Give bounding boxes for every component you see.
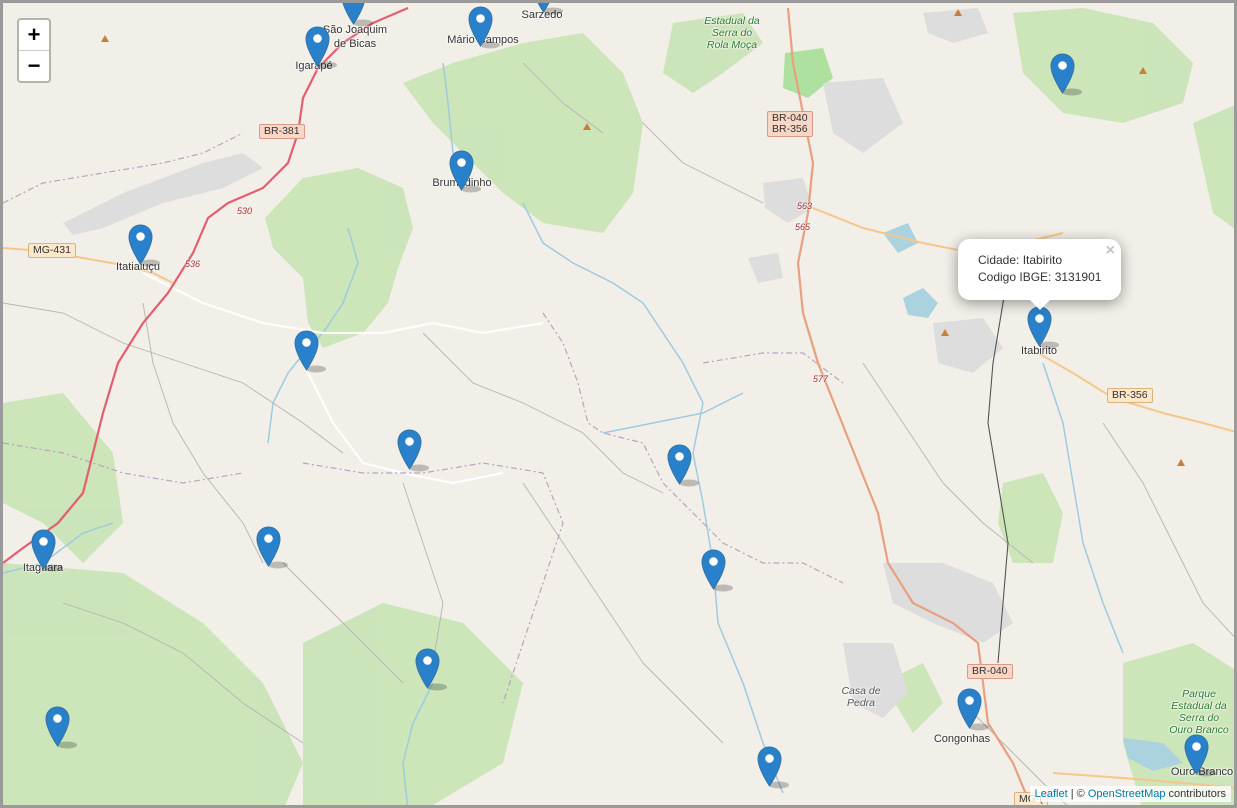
zoom-control: + − [17, 18, 51, 83]
map-marker[interactable] [1050, 53, 1082, 96]
map-container[interactable]: São Joaquim de Bicas Igarapé Mário Campo… [0, 0, 1237, 808]
map-marker[interactable] [667, 444, 699, 487]
map-marker[interactable] [415, 648, 447, 691]
attribution-separator: | © [1067, 788, 1088, 800]
zoom-out-button[interactable]: − [19, 51, 49, 81]
map-marker[interactable] [45, 706, 77, 749]
road-shield-br-040-north: BR-040 BR-356 [767, 111, 813, 137]
road-shield-br-356-label: BR-356 [772, 123, 808, 135]
map-marker[interactable] [128, 224, 160, 267]
map-marker[interactable] [397, 429, 429, 472]
map-marker[interactable] [341, 3, 373, 27]
park-label-ouro-branco: Parque Estadual da Serra do Ouro Branco [1169, 688, 1229, 736]
zoom-in-button[interactable]: + [19, 20, 49, 51]
map-tiles [3, 6, 1234, 805]
popup-city-text: Cidade: Itabirito [978, 253, 1063, 267]
road-shield-br-381: BR-381 [259, 124, 305, 139]
popup-content: Cidade: Itabirito Codigo IBGE: 3131901 [978, 252, 1101, 286]
road-shield-br-356-east: BR-356 [1107, 388, 1153, 403]
map-marker[interactable] [531, 3, 563, 15]
road-number-536: 536 [185, 259, 201, 269]
road-shield-mg-431: MG-431 [28, 243, 76, 258]
map-marker[interactable] [305, 26, 337, 69]
map-marker[interactable] [294, 330, 326, 373]
park-label-rola-moca: Estadual da Serra do Rola Moça [704, 15, 760, 51]
road-number-563: 563 [797, 201, 813, 211]
map-marker[interactable] [468, 6, 500, 49]
popup-close-button[interactable]: × [1106, 242, 1115, 260]
road-number-530: 530 [237, 206, 253, 216]
map-marker[interactable] [757, 746, 789, 789]
map-marker[interactable] [449, 150, 481, 193]
map-marker[interactable] [31, 529, 63, 572]
road-number-577: 577 [813, 374, 829, 384]
road-number-565: 565 [795, 222, 811, 232]
place-label-casa-de-pedra: Casa de Pedra [841, 685, 881, 709]
map-marker[interactable] [1184, 734, 1216, 777]
popup-ibge-text: Codigo IBGE: 3131901 [978, 270, 1102, 284]
popup-tip [1028, 298, 1052, 310]
map-marker[interactable] [701, 549, 733, 592]
place-label-congonhas: Congonhas [933, 733, 991, 745]
osm-link[interactable]: OpenStreetMap [1088, 788, 1166, 800]
attribution-suffix: contributors [1165, 788, 1226, 800]
map-marker[interactable] [256, 526, 288, 569]
road-shield-br-040-south: BR-040 [967, 664, 1013, 679]
map-popup: × Cidade: Itabirito Codigo IBGE: 3131901 [958, 239, 1121, 310]
leaflet-link[interactable]: Leaflet [1035, 788, 1068, 800]
map-marker[interactable] [1027, 306, 1059, 349]
map-marker[interactable] [957, 688, 989, 731]
attribution: Leaflet | © OpenStreetMap contributors [1029, 786, 1231, 802]
